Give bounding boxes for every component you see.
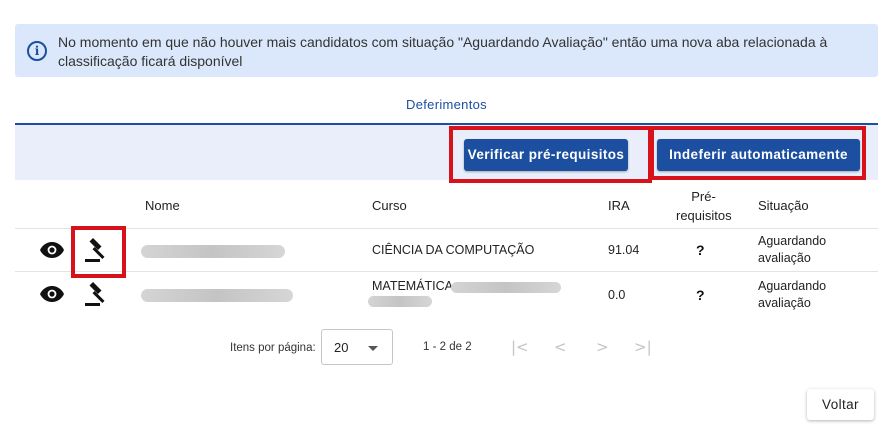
info-alert: i No momento em que não houver mais cand… (15, 24, 878, 77)
header-status: Situação (758, 198, 809, 213)
redacted-name (141, 289, 293, 302)
next-page-icon[interactable]: > (596, 338, 609, 356)
items-per-page-label: Itens por página: (230, 342, 316, 354)
row-prerequisites: ? (696, 242, 705, 258)
header-prerequisites: Pré- requisitos (676, 189, 732, 223)
previous-page-icon[interactable]: < (554, 338, 567, 356)
row-status: Aguardando avaliação (758, 234, 827, 265)
row-ira: 91.04 (608, 243, 640, 257)
header-ira: IRA (608, 198, 630, 213)
gavel-icon[interactable] (84, 281, 110, 307)
alert-message: No momento em que não houver mais candid… (58, 34, 828, 69)
redacted-course-part (368, 296, 432, 307)
row-course: CIÊNCIA DA COMPUTAÇÃO (372, 243, 535, 257)
page-card: i No momento em que não houver mais cand… (0, 0, 885, 437)
eye-icon[interactable] (40, 242, 64, 258)
page-range: 1 - 2 de 2 (423, 341, 472, 353)
first-page-icon[interactable]: |< (511, 338, 529, 356)
row-ira: 0.0 (608, 288, 626, 302)
highlight-box-gavel (71, 226, 126, 278)
row-prerequisites: ? (696, 287, 705, 303)
header-divider (15, 228, 878, 229)
highlight-box-reject (650, 126, 866, 180)
header-course: Curso (372, 198, 407, 213)
info-icon: i (27, 41, 47, 61)
eye-icon[interactable] (40, 286, 64, 302)
tab-deferimentos[interactable]: Deferimentos (15, 96, 878, 125)
redacted-name (141, 245, 285, 258)
row-status: Aguardando avaliação (758, 279, 827, 310)
back-button[interactable]: Voltar (807, 389, 874, 420)
redacted-course-part (451, 282, 561, 293)
row-course: MATEMÁTICA (372, 279, 454, 293)
highlight-box-verify (449, 126, 652, 183)
chevron-down-icon (368, 346, 378, 351)
page-size-select[interactable]: 20 (321, 329, 393, 365)
header-name: Nome (145, 198, 180, 213)
last-page-icon[interactable]: >| (634, 338, 652, 356)
row-divider (15, 271, 878, 272)
page-size-value: 20 (334, 340, 349, 355)
